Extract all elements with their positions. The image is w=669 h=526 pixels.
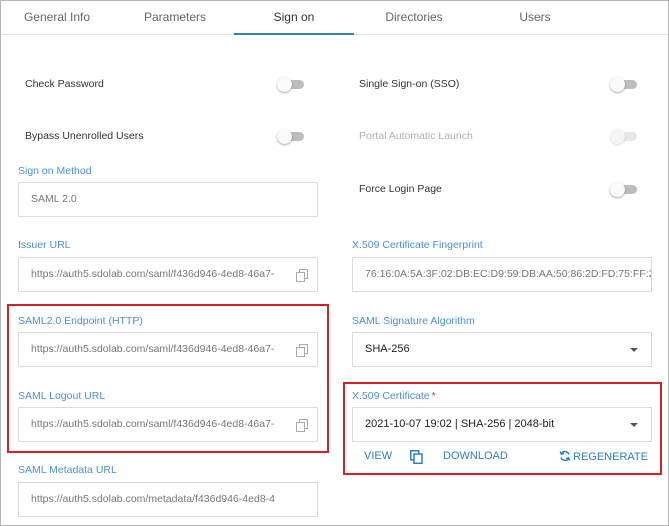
- saml-metadata-url-label: SAML Metadata URL: [18, 464, 117, 476]
- bypass-unenrolled-users-toggle[interactable]: [277, 129, 305, 144]
- tab-sign-on[interactable]: Sign on: [234, 2, 354, 35]
- force-login-page-label: Force Login Page: [359, 183, 442, 195]
- tab-directories[interactable]: Directories: [359, 2, 469, 35]
- sign-on-method-value: SAML 2.0: [31, 193, 77, 205]
- x509-fingerprint-field[interactable]: 76:16:0A:5A:3F:02:DB:EC:D9:59:DB:AA:50:8…: [352, 257, 652, 292]
- portal-automatic-launch-label: Portal Automatic Launch: [359, 130, 473, 142]
- x509-certificate-select[interactable]: 2021-10-07 19:02 | SHA-256 | 2048-bit: [352, 407, 652, 442]
- copy-icon[interactable]: [296, 344, 308, 357]
- portal-automatic-launch-toggle: [610, 129, 638, 144]
- saml-metadata-url-value: https://auth5.sdolab.com/metadata/f436d9…: [31, 493, 276, 505]
- duplicate-icon[interactable]: [410, 450, 423, 464]
- sign-on-method-field[interactable]: SAML 2.0: [18, 182, 318, 217]
- copy-icon[interactable]: [296, 269, 308, 282]
- saml-logout-url-field[interactable]: https://auth5.sdolab.com/saml/f436d946-4…: [18, 407, 318, 442]
- issuer-url-field[interactable]: https://auth5.sdolab.com/saml/f436d946-4…: [18, 257, 318, 292]
- tab-general-info[interactable]: General Info: [2, 2, 112, 35]
- view-certificate-button[interactable]: VIEW: [364, 450, 392, 462]
- x509-certificate-label: X.509 Certificate *: [352, 390, 436, 402]
- copy-icon[interactable]: [296, 419, 308, 432]
- sign-on-method-label: Sign on Method: [18, 165, 92, 177]
- saml-signature-algorithm-select[interactable]: SHA-256: [352, 332, 652, 367]
- bypass-unenrolled-users-label: Bypass Unenrolled Users: [25, 130, 144, 142]
- issuer-url-value: https://auth5.sdolab.com/saml/f436d946-4…: [31, 268, 275, 280]
- x509-certificate-value: 2021-10-07 19:02 | SHA-256 | 2048-bit: [365, 418, 555, 430]
- saml-endpoint-label: SAML2.0 Endpoint (HTTP): [18, 315, 143, 327]
- single-sign-on-label: Single Sign-on (SSO): [359, 78, 460, 90]
- saml-endpoint-value: https://auth5.sdolab.com/saml/f436d946-4…: [31, 343, 275, 355]
- check-password-label: Check Password: [25, 78, 104, 90]
- caret-down-icon: [630, 348, 638, 352]
- tab-users[interactable]: Users: [480, 2, 590, 35]
- saml-signature-algorithm-label: SAML Signature Algorithm: [352, 315, 475, 327]
- tab-parameters[interactable]: Parameters: [120, 2, 230, 35]
- force-login-page-toggle[interactable]: [610, 182, 638, 197]
- issuer-url-label: Issuer URL: [18, 239, 71, 251]
- caret-down-icon: [630, 423, 638, 427]
- refresh-icon: [559, 450, 571, 462]
- x509-fingerprint-label: X.509 Certificate Fingerprint: [352, 239, 483, 251]
- required-mark: *: [431, 390, 436, 402]
- x509-fingerprint-value: 76:16:0A:5A:3F:02:DB:EC:D9:59:DB:AA:50:8…: [365, 268, 652, 280]
- download-certificate-button[interactable]: DOWNLOAD: [443, 450, 508, 462]
- saml-metadata-url-field[interactable]: https://auth5.sdolab.com/metadata/f436d9…: [18, 482, 318, 517]
- single-sign-on-toggle[interactable]: [610, 77, 638, 92]
- saml-logout-url-value: https://auth5.sdolab.com/saml/f436d946-4…: [31, 418, 275, 430]
- saml-logout-url-label: SAML Logout URL: [18, 390, 106, 402]
- tab-bar: General Info Parameters Sign on Director…: [2, 2, 668, 35]
- regenerate-certificate-button[interactable]: REGENERATE: [559, 450, 648, 463]
- check-password-toggle[interactable]: [277, 77, 305, 92]
- saml-endpoint-field[interactable]: https://auth5.sdolab.com/saml/f436d946-4…: [18, 332, 318, 367]
- sign-on-settings-panel: General Info Parameters Sign on Director…: [0, 0, 669, 526]
- saml-signature-algorithm-value: SHA-256: [365, 343, 410, 355]
